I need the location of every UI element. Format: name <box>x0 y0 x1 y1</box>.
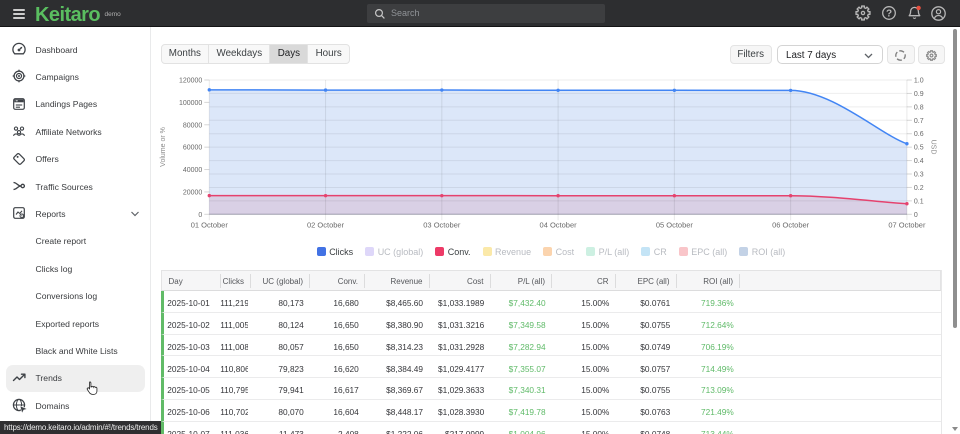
svg-text:0.4: 0.4 <box>914 158 924 165</box>
svg-text:100000: 100000 <box>179 100 202 107</box>
svg-text:05 October: 05 October <box>656 220 694 229</box>
svg-text:0.6: 0.6 <box>914 131 924 138</box>
svg-text:0.9: 0.9 <box>914 91 924 98</box>
svg-text:0.5: 0.5 <box>914 145 924 152</box>
svg-text:20000: 20000 <box>183 189 203 196</box>
svg-text:02 October: 02 October <box>307 220 345 229</box>
svg-text:USD: USD <box>930 140 937 155</box>
svg-text:Volume or %: Volume or % <box>160 127 167 167</box>
svg-text:06 October: 06 October <box>772 220 810 229</box>
svg-text:07 October: 07 October <box>888 220 926 229</box>
svg-text:1.0: 1.0 <box>914 78 924 85</box>
svg-text:0.7: 0.7 <box>914 118 924 125</box>
svg-text:40000: 40000 <box>183 167 203 174</box>
svg-text:01 October: 01 October <box>191 220 229 229</box>
svg-text:0.3: 0.3 <box>914 172 924 179</box>
svg-text:0.1: 0.1 <box>914 198 924 205</box>
svg-text:03 October: 03 October <box>423 220 461 229</box>
svg-text:0.2: 0.2 <box>914 185 924 192</box>
svg-text:80000: 80000 <box>183 122 203 129</box>
svg-text:120000: 120000 <box>179 78 202 85</box>
svg-text:?: ? <box>886 9 892 20</box>
svg-text:0: 0 <box>198 212 202 219</box>
svg-text:60000: 60000 <box>183 145 203 152</box>
svg-text:04 October: 04 October <box>540 220 578 229</box>
svg-text:0: 0 <box>914 212 918 219</box>
svg-text:0.8: 0.8 <box>914 104 924 111</box>
